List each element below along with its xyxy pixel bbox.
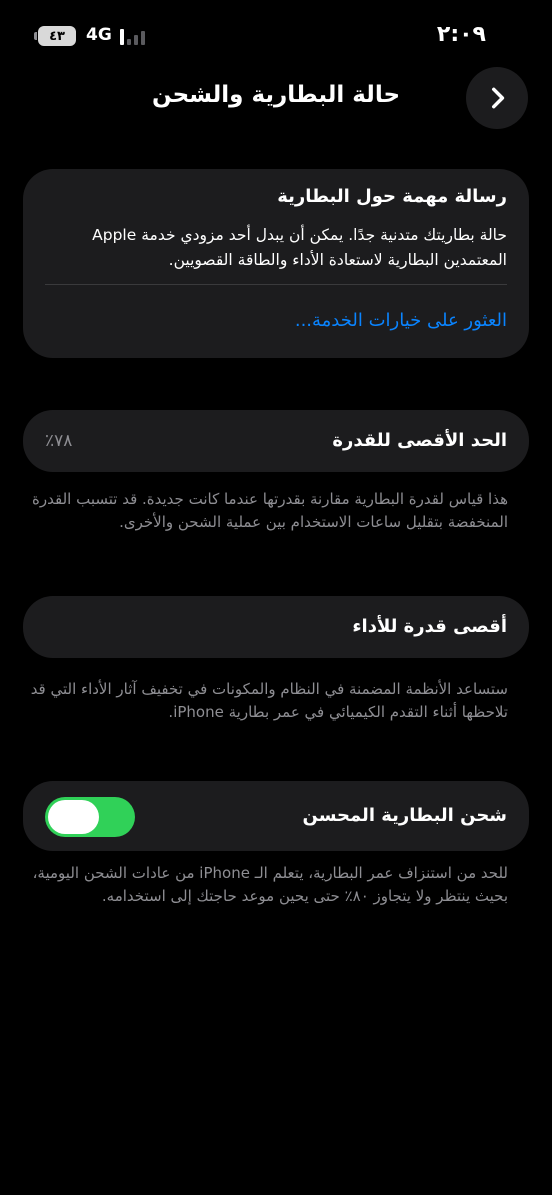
peak-performance-row: أقصى قدرة للأداء xyxy=(23,596,529,658)
divider xyxy=(45,284,507,285)
maximum-capacity-value: ٧٨٪ xyxy=(45,431,73,451)
battery-icon: ٤٣ xyxy=(34,26,76,46)
battery-message-card: رسالة مهمة حول البطارية حالة بطاريتك متد… xyxy=(23,169,529,358)
battery-level: ٤٣ xyxy=(49,28,65,44)
maximum-capacity-label: الحد الأقصى للقدرة xyxy=(332,430,507,451)
signal-icon xyxy=(120,29,145,45)
status-time: ٢:٠٩ xyxy=(436,22,486,47)
network-type: 4G xyxy=(86,25,112,45)
peak-performance-label: أقصى قدرة للأداء xyxy=(352,616,507,637)
status-bar: ٤٣ 4G ٢:٠٩ xyxy=(0,0,552,60)
optimized-charging-toggle[interactable] xyxy=(45,797,135,837)
maximum-capacity-footnote: هذا قياس لقدرة البطارية مقارنة بقدرتها ع… xyxy=(32,490,508,531)
battery-message-body: حالة بطاريتك متدنية جدًا. يمكن أن يبدل أ… xyxy=(92,226,507,269)
toggle-knob xyxy=(48,800,99,834)
page-title: حالة البطارية والشحن xyxy=(151,82,401,108)
battery-message-title: رسالة مهمة حول البطارية xyxy=(277,186,507,207)
peak-performance-footnote: ستساعد الأنظمة المضمنة في النظام والمكون… xyxy=(30,680,508,721)
optimized-charging-footnote: للحد من استنزاف عمر البطارية، يتعلم الـ … xyxy=(32,864,508,905)
maximum-capacity-row: الحد الأقصى للقدرة ٧٨٪ xyxy=(23,410,529,472)
optimized-charging-row: شحن البطارية المحسن xyxy=(23,781,529,851)
find-service-options-link[interactable]: العثور على خيارات الخدمة... xyxy=(295,310,507,331)
optimized-charging-label: شحن البطارية المحسن xyxy=(302,805,508,826)
